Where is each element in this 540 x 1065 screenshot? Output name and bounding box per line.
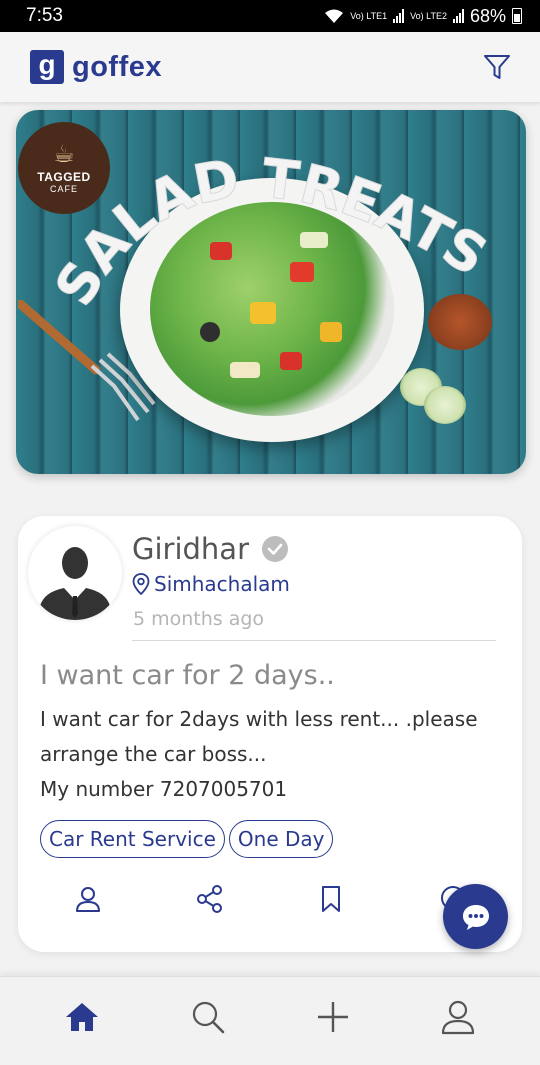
- share-icon[interactable]: [195, 884, 225, 914]
- verified-badge-icon: [262, 536, 288, 562]
- profile-icon[interactable]: [438, 997, 478, 1037]
- divider: [132, 640, 496, 641]
- tag-chip[interactable]: Car Rent Service: [40, 820, 225, 858]
- home-icon[interactable]: [62, 997, 102, 1037]
- sim2-label: Vo) LTE2: [410, 10, 447, 21]
- banner-headline: SALAD TREATS!: [16, 110, 498, 317]
- status-bar: 7:53 Vo) LTE1 Vo) LTE2 68%: [0, 0, 540, 32]
- app-bar: g goffex: [0, 32, 540, 102]
- sim1-label: Vo) LTE1: [350, 10, 388, 21]
- post-card[interactable]: Giridhar Simhachalam 5 months ago I want…: [18, 516, 522, 952]
- post-body-line: My number 7207005701: [40, 777, 288, 801]
- avatar[interactable]: [28, 526, 122, 620]
- signal-bars-1-icon: [393, 9, 405, 23]
- battery-percent: 68%: [469, 5, 506, 26]
- post-body-line: I want car for 2days with less rent... .…: [40, 707, 478, 731]
- tag-chip[interactable]: One Day: [228, 820, 334, 858]
- location-text: Simhachalam: [154, 572, 290, 596]
- wifi-icon: [325, 9, 344, 23]
- logo-text: goffex: [72, 50, 162, 83]
- post-body-line: arrange the car boss...: [40, 742, 267, 766]
- tag-list: Car Rent Service One Day: [40, 820, 334, 858]
- status-indicators: Vo) LTE1 Vo) LTE2 68%: [324, 6, 522, 27]
- signal-bars-2-icon: [452, 9, 464, 23]
- logo-mark: g: [30, 50, 64, 84]
- user-name-row: Giridhar: [132, 532, 289, 566]
- add-icon[interactable]: [313, 997, 353, 1037]
- battery-icon: [512, 8, 522, 24]
- post-time: 5 months ago: [133, 608, 265, 630]
- bottom-nav: [0, 976, 540, 1065]
- user-silhouette-icon: [37, 547, 113, 620]
- post-body: I want car for 2days with less rent... .…: [40, 702, 510, 807]
- promo-banner[interactable]: ☕ TAGGED CAFE SALAD TREATS!: [16, 110, 526, 474]
- svg-text:SALAD TREATS!: SALAD TREATS!: [16, 110, 498, 316]
- bookmark-icon[interactable]: [316, 884, 346, 914]
- search-icon[interactable]: [188, 997, 228, 1037]
- app-logo[interactable]: g goffex: [30, 50, 162, 84]
- profile-icon[interactable]: [73, 884, 103, 914]
- status-time: 7:53: [26, 5, 63, 26]
- chat-bubble-icon: [462, 904, 489, 930]
- chat-fab-button[interactable]: [443, 884, 508, 949]
- location-pin-icon: [132, 573, 150, 595]
- location-row: Simhachalam: [132, 572, 290, 596]
- filter-icon[interactable]: [482, 52, 512, 82]
- post-title: I want car for 2 days..: [40, 660, 335, 691]
- user-name[interactable]: Giridhar: [132, 532, 249, 566]
